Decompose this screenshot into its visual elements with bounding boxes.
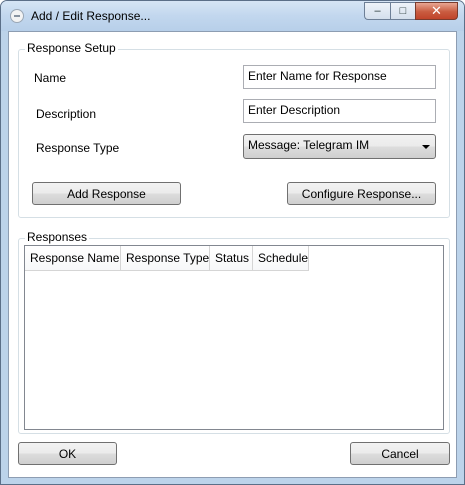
responses-list-header: Response Name Response Type Status Sched… [25,246,309,271]
maximize-button[interactable]: □ [390,2,415,20]
dialog-client-area: Response Setup Name Enter Name for Respo… [8,31,457,478]
name-field[interactable]: Enter Name for Response [243,65,436,89]
window-title: Add / Edit Response... [31,9,151,23]
name-label: Name [34,71,67,85]
description-label: Description [36,107,97,121]
dialog-window: Add / Edit Response... – □ ✕ Response Se… [0,0,465,485]
cancel-button[interactable]: Cancel [350,442,450,465]
minimize-icon: – [374,5,381,17]
responses-list[interactable]: Response Name Response Type Status Sched… [24,245,444,430]
app-icon [10,9,24,23]
column-header-schedule[interactable]: Schedule [253,246,309,271]
response-setup-legend: Response Setup [25,41,118,55]
column-header-response-name[interactable]: Response Name [25,246,121,271]
title-bar[interactable]: Add / Edit Response... – □ ✕ [1,1,464,31]
responses-legend: Responses [25,230,90,244]
column-header-status[interactable]: Status [210,246,253,271]
close-button[interactable]: ✕ [415,2,458,20]
configure-response-button[interactable]: Configure Response... [287,182,436,205]
response-type-label: Response Type [36,141,120,155]
column-header-response-type[interactable]: Response Type [121,246,210,271]
caption-buttons: – □ ✕ [364,2,458,20]
close-icon: ✕ [431,3,442,18]
response-type-value: Message: Telegram IM [248,138,370,152]
response-type-dropdown[interactable]: Message: Telegram IM [243,134,436,159]
description-field[interactable]: Enter Description [243,99,436,123]
maximize-icon: □ [399,5,407,17]
minimize-button[interactable]: – [364,2,390,20]
ok-button[interactable]: OK [18,442,117,465]
add-response-button[interactable]: Add Response [32,182,181,205]
chevron-down-icon [422,145,430,149]
